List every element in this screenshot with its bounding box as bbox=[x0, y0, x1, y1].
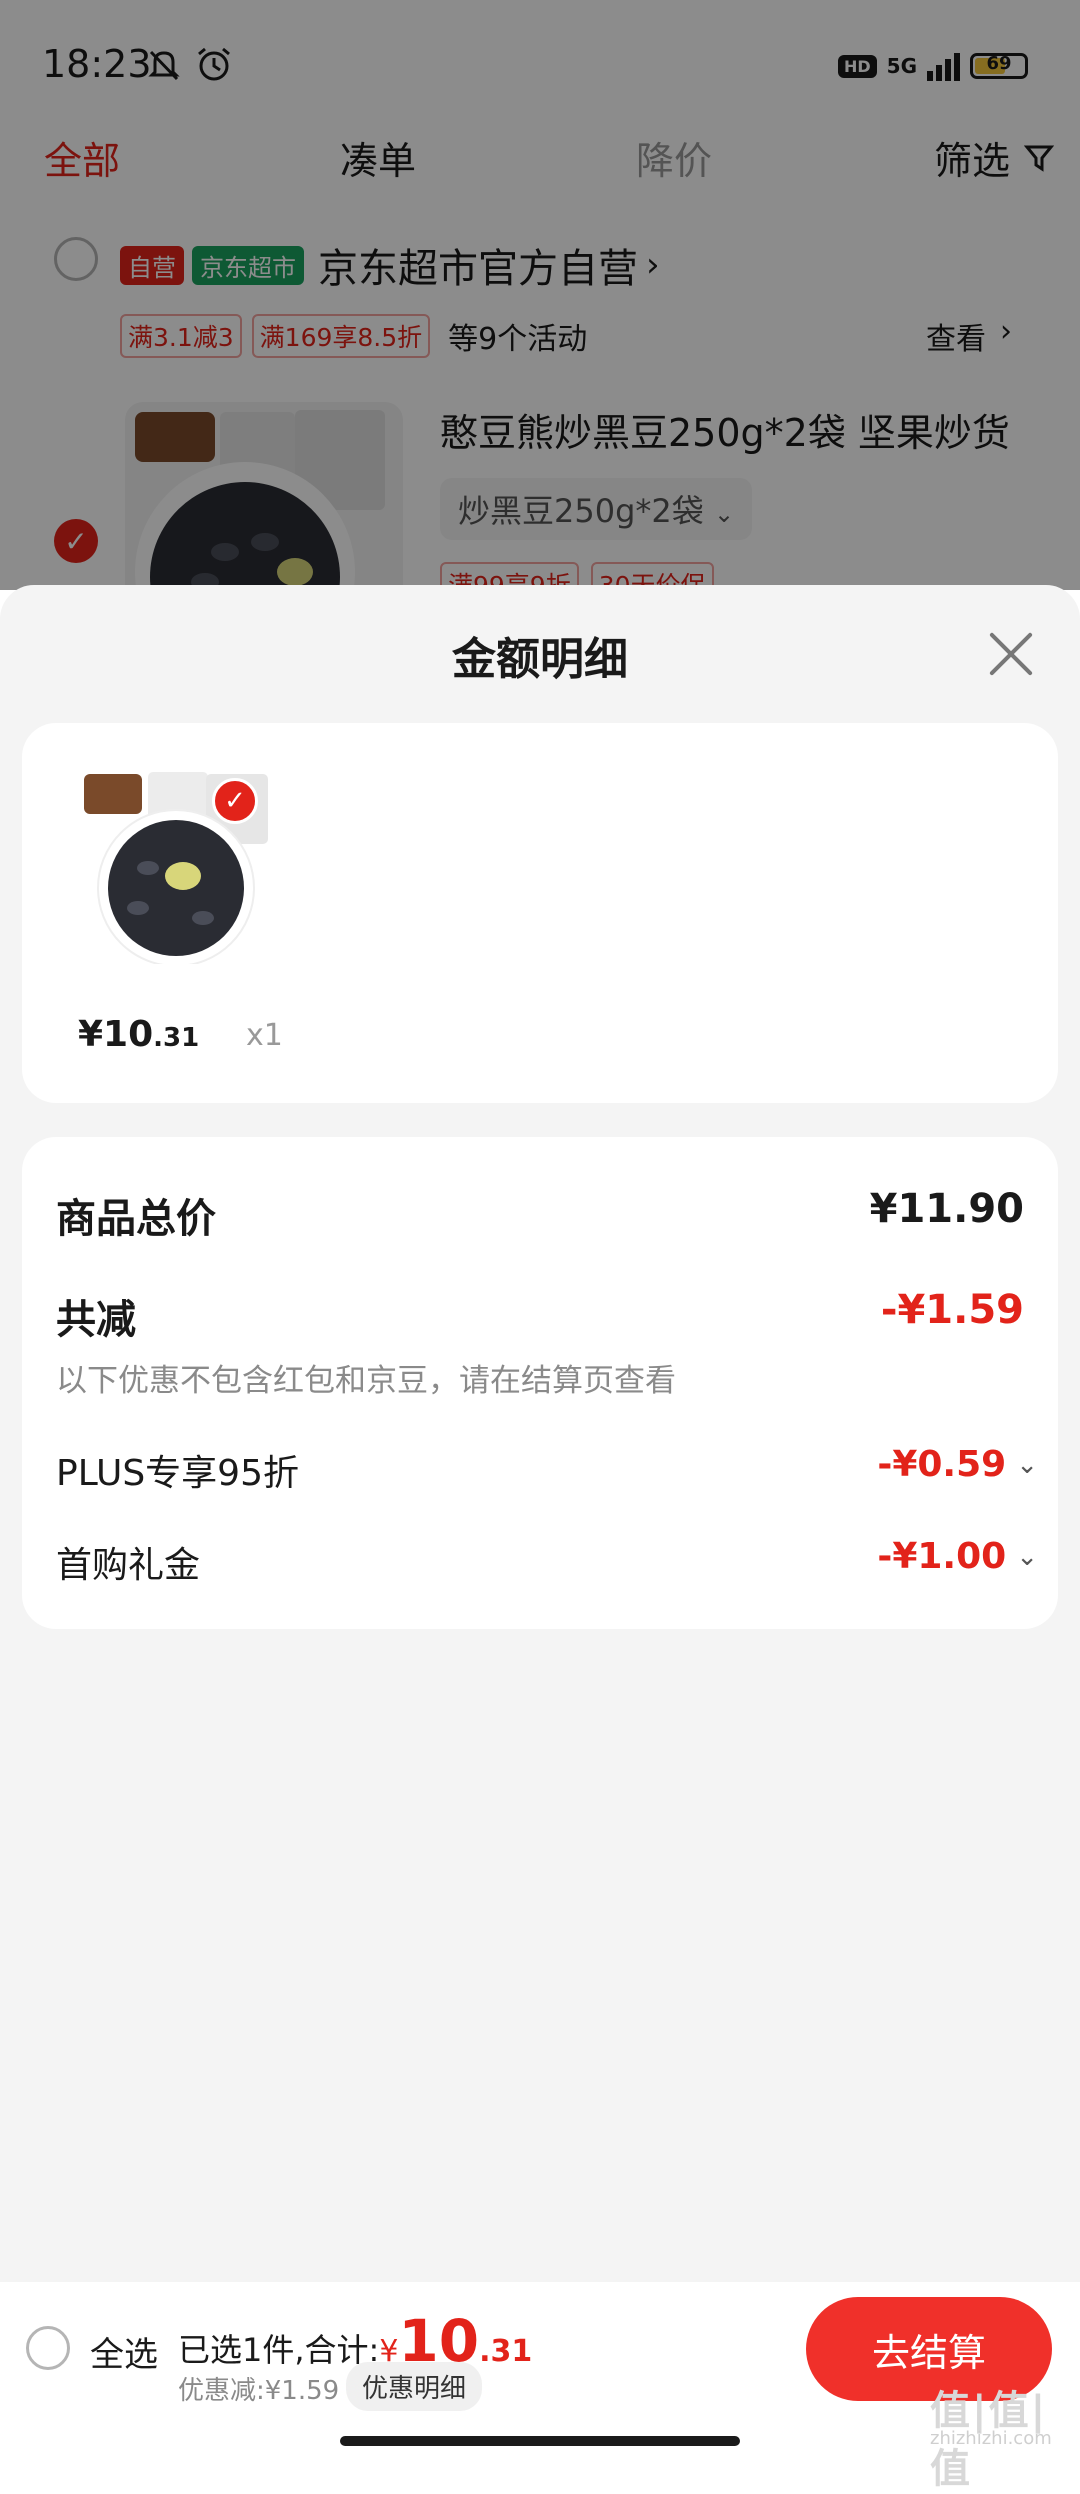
total-dec: .31 bbox=[479, 2334, 533, 2369]
item-quantity: x1 bbox=[246, 1018, 283, 1053]
dim-overlay[interactable] bbox=[0, 0, 1080, 590]
total-reduce-value: -¥1.59 bbox=[880, 1287, 1024, 1333]
discount-note: 以下优惠不包含红包和京豆，请在结算页查看 bbox=[56, 1363, 676, 1399]
discount-text: 优惠减:¥1.59 bbox=[178, 2376, 340, 2406]
first-purchase-row[interactable]: -¥1.00 ⌄ bbox=[877, 1536, 1038, 1577]
chevron-down-icon: ⌄ bbox=[1016, 1449, 1038, 1480]
chevron-down-icon: ⌄ bbox=[1016, 1541, 1038, 1572]
first-purchase-value: -¥1.00 bbox=[877, 1536, 1007, 1577]
item-selected-check-icon: ✓ bbox=[212, 778, 258, 824]
select-all-radio[interactable] bbox=[26, 2326, 70, 2370]
item-price-dec: .31 bbox=[153, 1023, 200, 1053]
selected-count-text: 已选1件,合计: bbox=[178, 2331, 380, 2369]
sheet-title: 金额明细 bbox=[452, 634, 628, 685]
select-all-label[interactable]: 全选 bbox=[90, 2327, 158, 2376]
home-indicator[interactable] bbox=[340, 2436, 740, 2446]
item-price-int: ¥10 bbox=[78, 1014, 154, 1055]
plus-discount-value: -¥0.59 bbox=[877, 1444, 1007, 1485]
close-icon[interactable] bbox=[986, 629, 1036, 679]
total-price-value: ¥11.90 bbox=[869, 1186, 1024, 1232]
plus-discount-label: PLUS专享95折 bbox=[56, 1453, 299, 1494]
first-purchase-label: 首购礼金 bbox=[56, 1545, 201, 1586]
discount-detail-button[interactable]: 优惠明细 bbox=[346, 2362, 483, 2411]
total-price-label: 商品总价 bbox=[56, 1196, 216, 1242]
plus-discount-row[interactable]: -¥0.59 ⌄ bbox=[877, 1444, 1038, 1485]
total-reduce-label: 共减 bbox=[56, 1297, 136, 1343]
watermark-url: zhizhizhi.com bbox=[930, 2428, 1052, 2449]
item-price: ¥10.31 bbox=[78, 1014, 199, 1055]
